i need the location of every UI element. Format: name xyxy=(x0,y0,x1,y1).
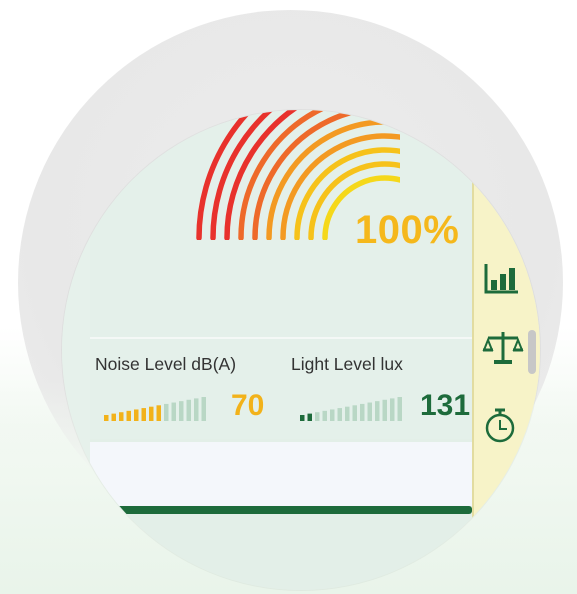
balance-scale-icon[interactable] xyxy=(482,328,524,373)
light-level-bar xyxy=(360,403,365,421)
gauge-panel: 100% xyxy=(90,110,472,339)
light-level-bar xyxy=(300,415,305,421)
noise-level-label: Noise Level dB(A) xyxy=(95,354,237,374)
noise-level-bar xyxy=(104,415,109,421)
light-level-bar xyxy=(307,413,312,421)
light-level-bar xyxy=(352,405,357,421)
noise-level-bar xyxy=(171,402,176,421)
light-level-bar xyxy=(375,401,380,421)
light-level-bar xyxy=(315,412,320,421)
light-level-bar xyxy=(330,409,335,421)
light-level-bar xyxy=(345,406,350,421)
noise-level-bar xyxy=(141,408,146,421)
noise-level-bar xyxy=(164,403,169,421)
magnifier-lens: 100% Noise Level dB(A) Light Level lux 7… xyxy=(62,110,540,590)
noise-level-bar xyxy=(134,409,139,421)
metrics-panel: Noise Level dB(A) Light Level lux 70 131 xyxy=(90,339,472,439)
noise-level-bar xyxy=(149,406,154,421)
bar-chart-icon[interactable] xyxy=(482,258,522,303)
noise-level-bar xyxy=(126,410,131,421)
side-toolbar xyxy=(472,110,540,530)
light-level-bar xyxy=(337,408,342,421)
content-strip xyxy=(90,442,472,506)
light-level-bars xyxy=(300,397,402,421)
stopwatch-icon[interactable] xyxy=(482,406,522,451)
light-level-bar xyxy=(382,399,387,421)
noise-level-bar xyxy=(194,398,199,421)
light-level-bar xyxy=(397,397,402,421)
noise-level-bar xyxy=(201,397,206,421)
noise-level-bar xyxy=(156,405,161,421)
light-level-label: Light Level lux xyxy=(291,354,403,374)
lower-area xyxy=(62,514,540,590)
light-level-bar xyxy=(390,398,395,421)
light-level-bar xyxy=(367,402,372,421)
noise-level-value: 70 xyxy=(231,389,265,422)
noise-level-bar xyxy=(111,413,116,421)
noise-level-bars xyxy=(104,397,206,421)
noise-level-bar xyxy=(179,401,184,421)
scrollbar-thumb[interactable] xyxy=(528,330,536,374)
divider-bar xyxy=(90,506,472,514)
light-level-bar xyxy=(322,410,327,421)
light-level-value: 131 xyxy=(420,389,471,422)
noise-level-bar xyxy=(186,399,191,421)
left-margin xyxy=(62,110,90,514)
noise-level-bar xyxy=(119,412,124,421)
gauge-percent: 100% xyxy=(355,208,460,252)
